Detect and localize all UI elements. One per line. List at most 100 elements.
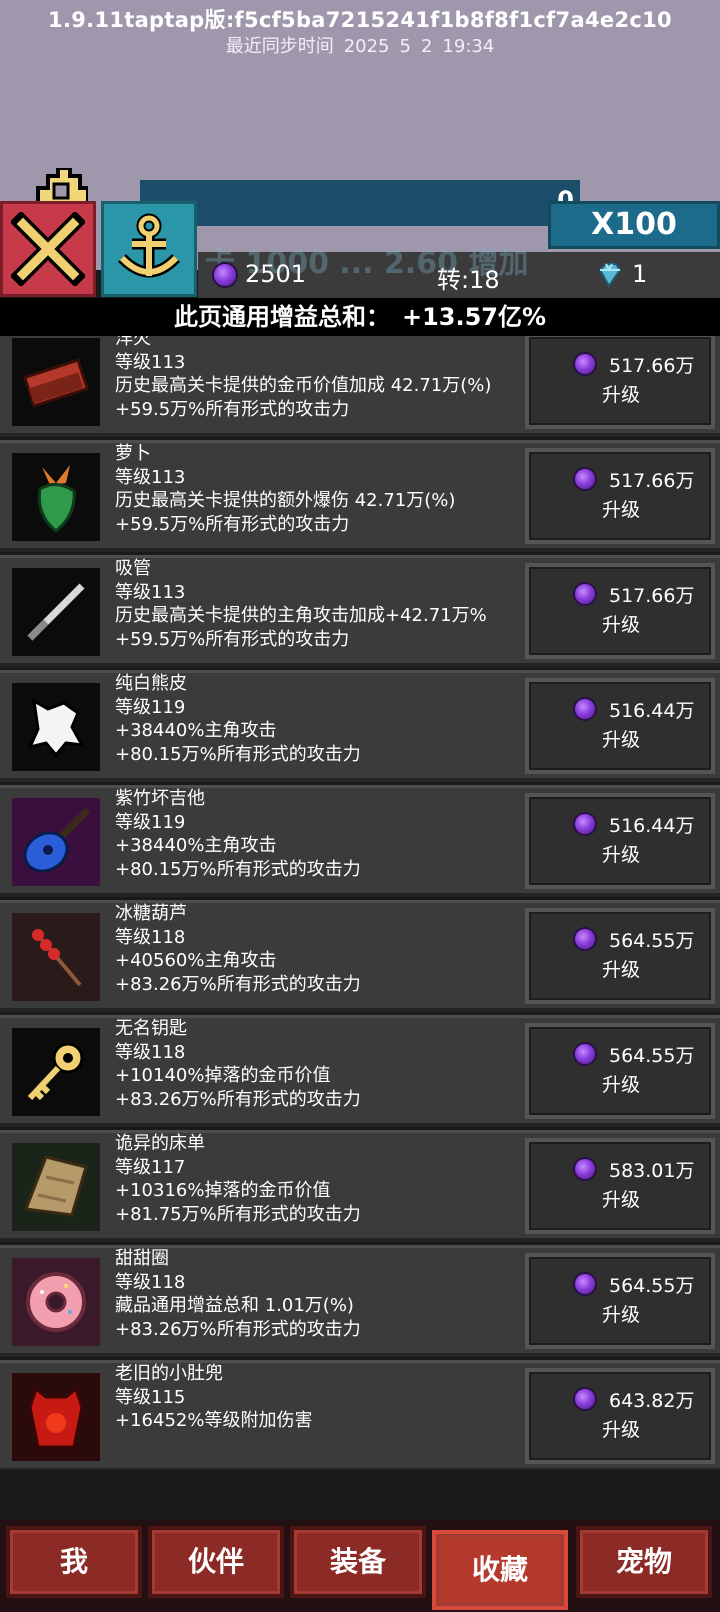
item-level: 等级119 [115,696,186,718]
upgrade-label: 升级 [602,1074,641,1096]
sync-year: 2025 [343,36,390,57]
upgrade-button[interactable]: 517.66万 升级 [525,563,715,659]
upgrade-cost: 564.55万 [609,1045,695,1067]
purple-gem-icon [575,584,595,604]
upgrade-button[interactable]: 564.55万 升级 [525,1253,715,1349]
item-attack-bonus: +59.5万%所有形式的攻击力 [115,513,350,535]
item-level: 等级118 [115,926,186,948]
list-item: 吸管 等级113 历史最高关卡提供的主角攻击加成+42.71万% +59.5万%… [0,555,720,667]
donut-icon [12,1258,100,1346]
anchor-icon [118,213,180,278]
bottom-nav: 我 伙伴 装备 收藏 宠物 [0,1520,720,1612]
item-effect: 历史最高关卡提供的金币价值加成 42.71万(%) [115,375,492,396]
item-effect: +10316%掉落的金币价值 [115,1180,331,1201]
multiplier-button[interactable]: X100 [548,201,720,249]
list-item: 纯白熊皮 等级119 +38440%主角攻击 +80.15万%所有形式的攻击力 … [0,670,720,782]
list-item: 萝卜 等级113 历史最高关卡提供的额外爆伤 42.71万(%) +59.5万%… [0,440,720,552]
item-level: 等级118 [115,1271,186,1293]
item-effect: 藏品通用增益总和 1.01万(%) [115,1295,354,1316]
item-effect: 历史最高关卡提供的额外爆伤 42.71万(%) [115,490,456,511]
upgrade-label: 升级 [602,729,641,751]
list-item: 紫竹坏吉他 等级119 +38440%主角攻击 +80.15万%所有形式的攻击力… [0,785,720,897]
upgrade-cost: 517.66万 [609,355,695,377]
sync-month: 5 [399,36,411,57]
bib-icon [12,1373,100,1461]
diamond-icon [598,263,622,288]
upgrade-button[interactable]: 517.66万 升级 [525,336,715,429]
item-attack-bonus: +80.15万%所有形式的攻击力 [115,743,361,765]
item-effect: +38440%主角攻击 [115,835,277,856]
page-bonus-banner: 此页通用增益总和： +13.57亿% [0,298,720,336]
item-attack-bonus: +59.5万%所有形式的攻击力 [115,398,350,420]
straw-icon [12,568,100,656]
upgrade-button[interactable]: 564.55万 升级 [525,908,715,1004]
upgrade-label: 升级 [602,614,641,636]
upgrade-cost: 643.82万 [609,1390,695,1412]
upgrade-label: 升级 [602,959,641,981]
guitar-icon [12,798,100,886]
upgrade-button[interactable]: 516.44万 升级 [525,678,715,774]
purple-gem-icon [575,1044,595,1064]
upgrade-button[interactable]: 643.82万 升级 [525,1368,715,1464]
list-item: 甜甜圈 等级118 藏品通用增益总和 1.01万(%) +83.26万%所有形式… [0,1245,720,1357]
diamond-count: 1 [632,260,648,288]
list-item: 老旧的小肚兜 等级115 +16452%等级附加伤害 643.82万 升级 [0,1360,720,1470]
radish-icon [12,453,100,541]
sync-time: 19:34 [442,36,495,57]
item-name: 洋火 [115,336,151,349]
item-name: 萝卜 [115,443,151,464]
nav-pets[interactable]: 宠物 [576,1526,712,1598]
item-level: 等级117 [115,1156,186,1178]
upgrade-button[interactable]: 583.01万 升级 [525,1138,715,1234]
item-name: 冰糖葫芦 [115,903,187,924]
item-level: 等级115 [115,1386,186,1408]
upgrade-label: 升级 [602,844,641,866]
list-item: 诡异的床单 等级117 +10316%掉落的金币价值 +81.75万%所有形式的… [0,1130,720,1242]
gem-count: 2501 [245,260,307,288]
purple-gem-icon [214,264,236,286]
upgrade-button[interactable]: 517.66万 升级 [525,448,715,544]
nav-equipment[interactable]: 装备 [290,1526,426,1598]
list-item: 洋火 等级113 历史最高关卡提供的金币价值加成 42.71万(%) +59.5… [0,336,720,437]
purple-gem-icon [575,1274,595,1294]
upgrade-label: 升级 [602,384,641,406]
upgrade-cost: 583.01万 [609,1160,695,1182]
collection-list[interactable]: 洋火 等级113 历史最高关卡提供的金币价值加成 42.71万(%) +59.5… [0,336,720,1470]
item-level: 等级113 [115,351,186,373]
item-attack-bonus: +83.26万%所有形式的攻击力 [115,1318,361,1340]
nav-collection[interactable]: 收藏 [432,1530,568,1610]
item-effect: +38440%主角攻击 [115,720,277,741]
candied-haws-icon [12,913,100,1001]
item-attack-bonus: +83.26万%所有形式的攻击力 [115,973,361,995]
upgrade-button[interactable]: 516.44万 升级 [525,793,715,889]
upgrade-button[interactable]: 564.55万 升级 [525,1023,715,1119]
item-level: 等级118 [115,1041,186,1063]
close-icon [11,212,85,286]
upgrade-cost: 516.44万 [609,815,695,837]
upgrade-cost: 517.66万 [609,585,695,607]
key-icon [12,1028,100,1116]
bonus-value: +13.57亿% [401,303,547,331]
matchbox-icon [12,338,100,426]
item-attack-bonus: +81.75万%所有形式的攻击力 [115,1203,361,1225]
purple-gem-icon [575,929,595,949]
close-button[interactable] [0,201,96,297]
anchor-button[interactable] [101,201,197,297]
sync-label: 最近同步时间 [225,36,334,57]
upgrade-label: 升级 [602,499,641,521]
last-sync-time: 最近同步时间 2025 5 2 19:34 [0,32,720,58]
purple-gem-icon [575,354,595,374]
item-name: 吸管 [115,558,151,579]
upgrade-cost: 517.66万 [609,470,695,492]
purple-gem-icon [575,699,595,719]
nav-me[interactable]: 我 [6,1526,142,1598]
item-effect: +16452%等级附加伤害 [115,1410,313,1431]
sync-day: 2 [420,36,433,57]
version-text: 1.9.11taptap版:f5cf5ba7215241f1b8f8f1cf7a… [48,8,672,32]
item-effect: +10140%掉落的金币价值 [115,1065,331,1086]
item-attack-bonus: +59.5万%所有形式的攻击力 [115,628,350,650]
nav-partners[interactable]: 伙伴 [148,1526,284,1598]
upgrade-cost: 516.44万 [609,700,695,722]
item-level: 等级113 [115,466,186,488]
item-name: 诡异的床单 [115,1133,205,1154]
